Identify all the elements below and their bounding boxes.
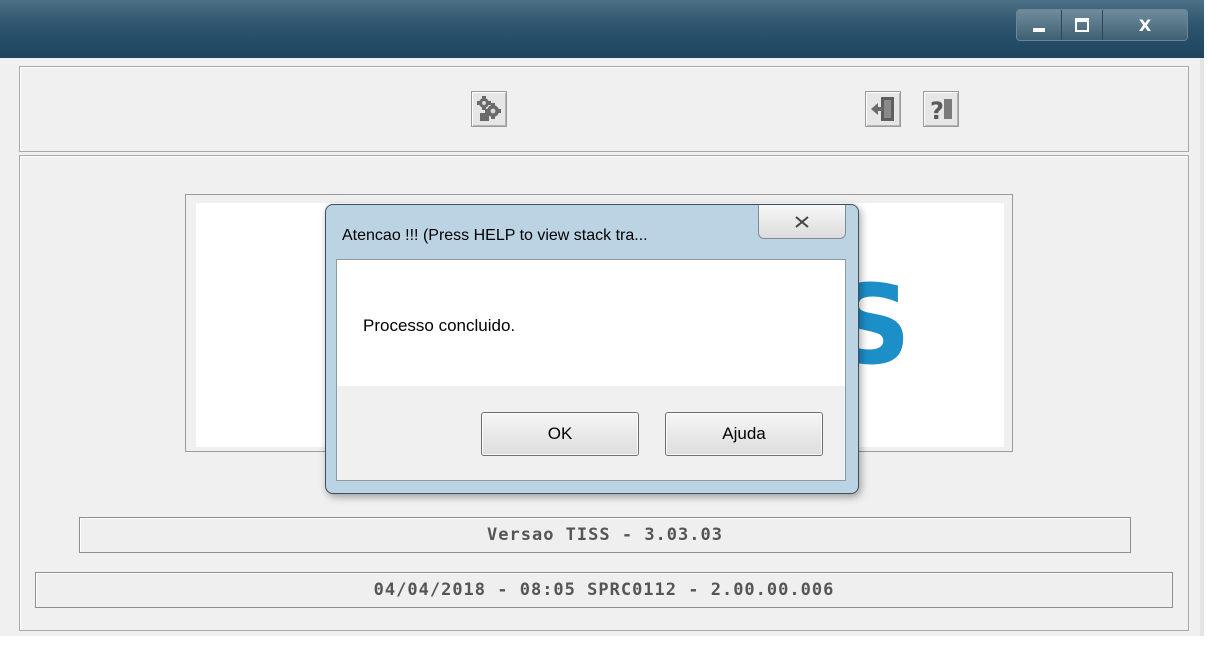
title-bar[interactable]: X xyxy=(0,0,1204,59)
close-window-button[interactable]: X xyxy=(1102,10,1187,40)
dialog-message-area: Processo concluido. xyxy=(337,260,845,386)
ok-button[interactable]: OK xyxy=(481,412,639,456)
window-controls: X xyxy=(1016,9,1188,41)
maximize-icon xyxy=(1075,18,1089,32)
puzzle-gears-icon xyxy=(477,96,501,121)
close-icon xyxy=(795,215,809,228)
svg-text:?: ? xyxy=(930,97,944,124)
process-button[interactable] xyxy=(471,91,507,127)
alert-dialog: Atencao !!! (Press HELP to view stack tr… xyxy=(325,204,859,494)
help-dialog-button[interactable]: Ajuda xyxy=(665,412,823,456)
minimize-button[interactable] xyxy=(1017,10,1061,40)
help-question-icon: ? xyxy=(930,97,952,124)
dialog-title: Atencao !!! (Press HELP to view stack tr… xyxy=(342,227,648,244)
dialog-message: Processo concluido. xyxy=(363,316,516,335)
close-icon: X xyxy=(1138,15,1152,35)
dialog-close-button[interactable] xyxy=(758,205,846,239)
dialog-content: Processo concluido. OK Ajuda xyxy=(336,259,846,481)
help-button[interactable]: ? xyxy=(923,91,959,127)
toolbar: ? xyxy=(19,66,1189,152)
exit-button[interactable] xyxy=(865,91,901,127)
program-info-field: 04/04/2018 - 08:05 SPRC0112 - 2.00.00.00… xyxy=(35,572,1173,608)
exit-door-icon xyxy=(871,97,894,121)
version-field: Versao TISS - 3.03.03 xyxy=(79,517,1131,553)
minimize-icon xyxy=(1033,28,1045,32)
application-window: X ? S Versao TISS - 3.03.03 04/04/2018 -… xyxy=(0,0,1208,646)
maximize-button[interactable] xyxy=(1061,10,1102,40)
